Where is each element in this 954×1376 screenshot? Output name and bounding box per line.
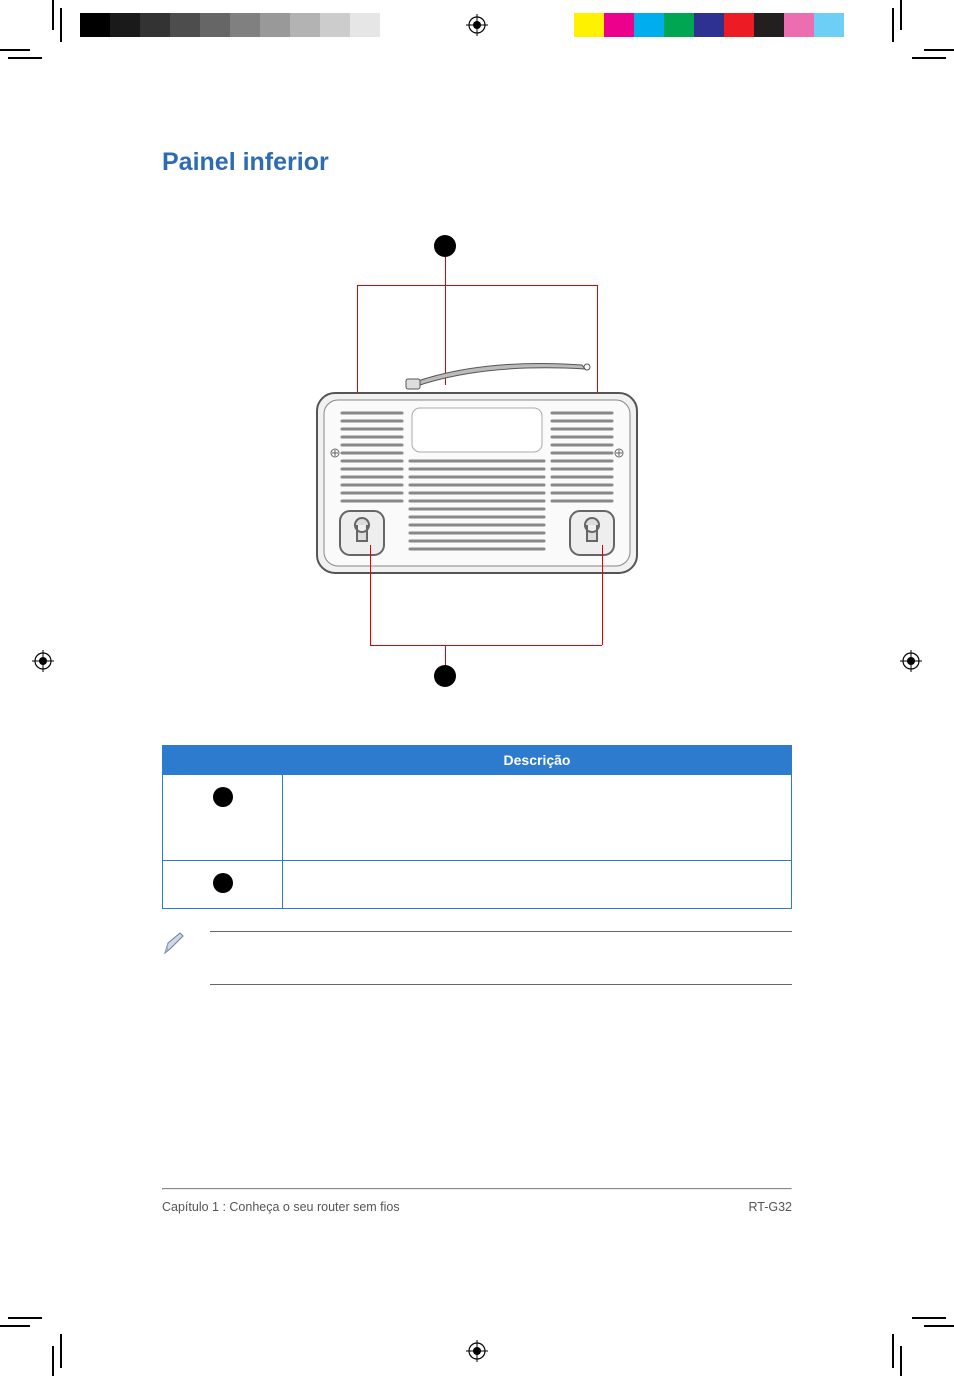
registration-mark-icon — [466, 14, 488, 36]
callout-line — [602, 545, 603, 645]
table-header-item — [163, 746, 283, 775]
callout-marker-2 — [434, 665, 456, 687]
trim-mark — [900, 1346, 902, 1376]
pencil-note-icon — [162, 931, 186, 957]
trim-mark — [60, 8, 62, 42]
callout-marker-1 — [434, 235, 456, 257]
page-footer: Capítulo 1 : Conheça o seu router sem fi… — [162, 1200, 792, 1214]
trim-mark — [892, 8, 894, 42]
callout-line — [357, 285, 597, 286]
trim-mark — [924, 1325, 954, 1327]
trim-mark — [892, 1334, 894, 1368]
registration-mark-icon — [32, 650, 54, 672]
grayscale-calibration-bar — [80, 13, 410, 37]
description-cell-1 — [283, 775, 792, 861]
trim-mark — [8, 57, 42, 59]
footer-model: RT-G32 — [748, 1200, 792, 1214]
item-marker-2 — [213, 873, 233, 893]
trim-mark — [900, 0, 902, 30]
trim-mark — [912, 57, 946, 59]
registration-mark-icon — [466, 1340, 488, 1362]
router-illustration — [302, 353, 652, 583]
callout-line — [370, 545, 371, 645]
trim-mark — [0, 1325, 30, 1327]
description-table: Descrição — [162, 745, 792, 909]
trim-mark — [924, 49, 954, 51]
footer-chapter: Capítulo 1 : Conheça o seu router sem fi… — [162, 1200, 400, 1214]
callout-line — [370, 645, 602, 646]
note-content — [210, 931, 792, 985]
table-row — [163, 775, 792, 861]
table-header-description: Descrição — [283, 746, 792, 775]
trim-mark — [912, 1317, 946, 1319]
color-calibration-bar — [574, 13, 874, 37]
item-marker-1 — [213, 787, 233, 807]
note-block — [162, 931, 792, 985]
router-bottom-diagram — [162, 235, 792, 695]
trim-mark — [52, 0, 54, 30]
section-heading: Painel inferior — [162, 148, 792, 177]
footer-rule — [162, 1188, 792, 1190]
registration-mark-icon — [900, 650, 922, 672]
trim-mark — [60, 1334, 62, 1368]
trim-mark — [0, 49, 30, 51]
trim-mark — [52, 1346, 54, 1376]
table-row — [163, 861, 792, 909]
trim-mark — [8, 1317, 42, 1319]
description-cell-2 — [283, 861, 792, 909]
